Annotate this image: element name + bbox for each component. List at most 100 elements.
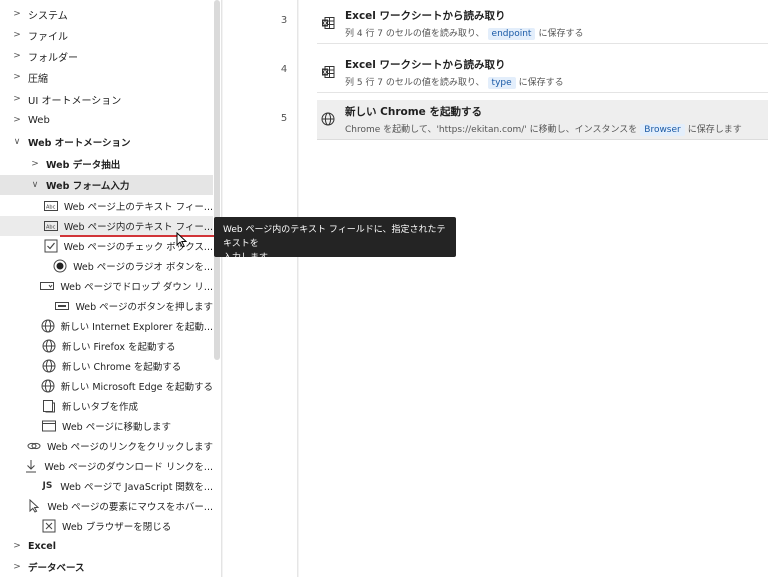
step-desc-text: に保存する [518,78,564,88]
action-select-radio[interactable]: Web ページのラジオ ボタンを... [0,256,213,276]
category-web[interactable]: > Web [0,110,213,130]
action-launch-chrome[interactable]: 新しい Chrome を起動する [0,356,213,376]
action-label: Web ブラウザーを閉じる [62,522,172,533]
flow-step-read-excel[interactable]: Excel ワークシートから読み取り 列 5 行 7 のセルの値を読み取り、 ty… [317,53,768,93]
action-new-tab[interactable]: 新しいタブを作成 [0,396,213,416]
action-click-link[interactable]: Web ページのリンクをクリックします [0,436,213,456]
sidebar-scrollbar[interactable] [214,0,220,360]
flow-designer-canvas[interactable]: Excel ワークシートから読み取り 列 4 行 7 のセルの値を読み取り、 en… [299,0,768,577]
excel-icon [321,65,335,79]
chevron-right-icon: > [13,541,21,551]
category-folder[interactable]: > フォルダー [0,46,213,66]
action-label: Web ページのラジオ ボタンを... [73,262,213,273]
category-file[interactable]: > ファイル [0,25,213,45]
flow-step-read-excel[interactable]: Excel ワークシートから読み取り 列 4 行 7 のセルの値を読み取り、 en… [317,4,768,44]
step-desc-text: Chrome を起動して、'https://ekitan.com/' に移動し、… [345,125,638,135]
text-field-icon: Abc [43,219,58,233]
chevron-right-icon: > [13,72,21,82]
action-run-javascript[interactable]: JS Web ページで JavaScript 関数を... [0,476,213,496]
svg-text:Abc: Abc [46,205,56,211]
step-title: Excel ワークシートから読み取り [345,59,506,71]
action-set-dropdown[interactable]: Web ページでドロップ ダウン リ... [0,276,213,296]
step-description: Chrome を起動して、'https://ekitan.com/' に移動し、… [345,122,742,136]
category-label: Excel [28,540,56,552]
chevron-right-icon: > [13,9,21,19]
chevron-right-icon: > [13,562,21,572]
action-label: Web ページのリンクをクリックします [46,442,213,453]
subcategory-label: Web データ抽出 [46,160,121,171]
category-database[interactable]: > データベース [0,557,213,577]
action-launch-ie[interactable]: 新しい Internet Explorer を起動... [0,316,213,336]
action-label: 新しい Firefox を起動する [62,342,176,353]
action-launch-edge[interactable]: 新しい Microsoft Edge を起動する [0,376,213,396]
step-desc-text: 列 4 行 7 のセルの値を読み取り、 [345,29,485,39]
subcategory-web-form-input[interactable]: ∨ Web フォーム入力 [0,175,213,195]
category-label: データベース [28,563,85,574]
category-compression[interactable]: > 圧縮 [0,67,213,87]
chevron-right-icon: > [13,30,21,40]
action-go-to-page[interactable]: Web ページに移動します [0,416,213,436]
action-download-link[interactable]: Web ページのダウンロード リンクを... [0,456,213,476]
svg-text:Abc: Abc [46,225,56,231]
close-browser-icon [42,519,56,533]
category-label: 圧縮 [28,73,48,85]
category-excel[interactable]: > Excel [0,536,213,556]
chevron-down-icon: ∨ [31,180,39,190]
action-tooltip: Web ページ内のテキスト フィールドに、指定されたテキストを 入力します [214,217,456,263]
action-press-button[interactable]: Web ページのボタンを押します [0,296,213,316]
line-number-gutter: 3 4 5 [223,0,298,577]
action-label: 新しい Internet Explorer を起動... [60,322,213,333]
line-number: 4 [280,64,288,75]
action-launch-firefox[interactable]: 新しい Firefox を起動する [0,336,213,356]
step-title: 新しい Chrome を起動する [345,106,482,118]
checkbox-icon [44,239,58,253]
mouse-cursor-icon [176,232,188,248]
action-label: Web ページで JavaScript 関数を... [60,482,213,493]
step-desc-text: 列 5 行 7 のセルの値を読み取り、 [345,78,485,88]
step-description: 列 5 行 7 のセルの値を読み取り、 type に保存する [345,75,564,89]
flow-step-launch-chrome[interactable]: 新しい Chrome を起動する Chrome を起動して、'https://e… [317,100,768,140]
action-label: Web ページのダウンロード リンクを... [44,462,213,473]
chevron-right-icon: > [13,51,21,61]
action-label: 新しいタブを作成 [62,402,139,413]
globe-icon [41,319,55,333]
excel-icon [321,16,335,30]
action-label: Web ページでドロップ ダウン リ... [60,282,213,293]
globe-icon [42,339,56,353]
category-web-automation[interactable]: ∨ Web オートメーション [0,132,213,152]
variable-token[interactable]: type [487,77,516,89]
chevron-down-icon: ∨ [13,137,21,147]
javascript-icon: JS [42,481,53,491]
radio-button-icon [53,259,67,273]
step-desc-text: に保存します [687,125,742,135]
action-label: Web ページの要素にマウスをホバー... [47,502,213,513]
step-desc-text: に保存する [538,29,584,39]
action-focus-text-field[interactable]: Abc Web ページ上のテキスト フィー... [0,196,213,216]
download-icon [24,459,38,473]
category-label: ファイル [28,31,68,43]
action-close-browser[interactable]: Web ブラウザーを閉じる [0,516,213,536]
tooltip-line: Web ページ内のテキスト フィールドに、指定されたテキストを [223,225,446,249]
action-label: Web ページのチェック ボックス... [63,242,213,253]
subcategory-web-data-extract[interactable]: > Web データ抽出 [0,154,213,174]
category-system[interactable]: > システム [0,4,213,24]
subcategory-label: Web フォーム入力 [46,181,130,192]
action-hover-element[interactable]: Web ページの要素にマウスをホバー... [0,496,213,516]
action-label: Web ページ内のテキスト フィー... [63,222,213,233]
category-label: Web オートメーション [28,138,131,149]
dropdown-list-icon [40,279,55,293]
action-label: Web ページのボタンを押します [75,302,213,313]
variable-token[interactable]: endpoint [487,28,536,40]
category-ui-automation[interactable]: > UI オートメーション [0,89,213,109]
text-field-icon: Abc [43,199,58,213]
variable-token[interactable]: Browser [640,124,685,136]
action-label: Web ページに移動します [62,422,172,433]
line-number: 3 [280,15,288,26]
chevron-right-icon: > [13,94,21,104]
pointer-icon [27,499,41,513]
globe-icon [42,359,56,373]
browser-window-icon [42,419,56,433]
new-tab-icon [42,399,56,413]
chevron-right-icon: > [31,159,39,169]
line-number: 5 [280,113,288,124]
